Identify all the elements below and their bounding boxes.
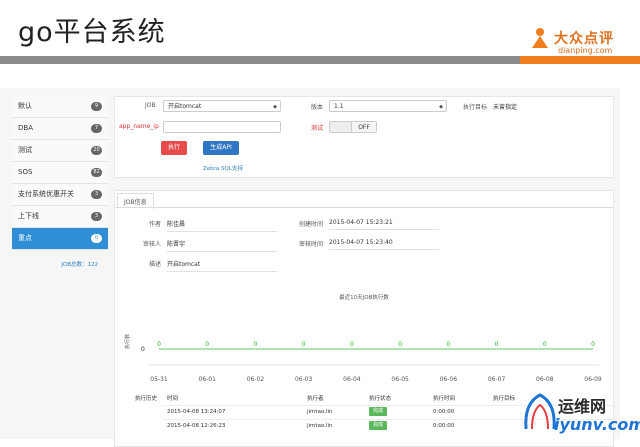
x-tick-label: 06-05 xyxy=(391,376,409,383)
target-label: 执行目标 xyxy=(463,104,488,111)
header-time: 时间 xyxy=(167,396,179,402)
desc-label: 描述 xyxy=(149,261,162,268)
data-label: 0 xyxy=(157,341,161,348)
sidebar-item-sos[interactable]: SOS 82 xyxy=(12,162,108,184)
sidebar-item-dba[interactable]: DBA 7 xyxy=(12,118,108,140)
sidebar-item-key[interactable]: 重点 0 xyxy=(12,228,108,250)
watermark-text-cn: 运维网 xyxy=(558,397,607,416)
target-value: 未曾指定 xyxy=(493,104,518,111)
data-label: 0 xyxy=(205,341,209,348)
dianping-logo: 大众点评 dianping.com xyxy=(528,24,628,60)
created-label: 创建时间 xyxy=(299,221,324,228)
sidebar-item-online-offline[interactable]: 上下线 3 xyxy=(12,206,108,228)
tab-divider xyxy=(115,207,613,208)
count-badge: 0 xyxy=(91,234,102,243)
desc-value: 开启tomcat xyxy=(167,259,277,272)
header-status: 执行状态 xyxy=(369,396,392,402)
count-badge: 7 xyxy=(91,124,102,133)
data-label: 0 xyxy=(302,341,306,348)
sidebar-item-default[interactable]: 默认 9 xyxy=(12,96,108,118)
x-tick-label: 06-03 xyxy=(295,376,313,383)
x-tick-label: 06-08 xyxy=(536,376,554,383)
status-badge: 完成 xyxy=(369,407,387,416)
data-label: 0 xyxy=(350,341,354,348)
data-label: 0 xyxy=(543,341,547,348)
job-select[interactable]: 开启tomcat ◆ xyxy=(163,100,281,112)
data-label: 0 xyxy=(591,341,595,348)
watermark-text-en: iyunv.com xyxy=(554,415,640,434)
chevron-down-icon: ◆ xyxy=(273,104,277,110)
data-label: 0 xyxy=(398,341,402,348)
chevron-down-icon: ◆ xyxy=(439,104,443,110)
x-tick-label: 06-07 xyxy=(488,376,506,383)
header-orange-bar xyxy=(520,56,640,64)
y-tick-label: 0 xyxy=(141,346,145,353)
data-label: 0 xyxy=(446,341,450,348)
x-tick-label: 06-02 xyxy=(247,376,265,383)
logo-text-cn: 大众点评 xyxy=(554,31,614,47)
status-badge: 完成 xyxy=(369,421,387,430)
y-axis-label: 执行数 xyxy=(124,334,131,349)
x-tick-label: 06-06 xyxy=(440,376,458,383)
iyunv-watermark: 运维网 iyunv.com xyxy=(520,389,640,437)
job-execution-chart: 执行数 0 0 05-31 0 06-01 0 06-02 0 06-03 0 06-04 0 06-05… xyxy=(124,334,602,383)
job-label: JOB xyxy=(145,102,156,109)
sidebar-item-payment[interactable]: 支付系统优惠开关 3 xyxy=(12,184,108,206)
count-badge: 3 xyxy=(91,190,102,199)
job-group-sidebar: 默认 9 DBA 7 测试 20 SOS 82 支付系统优惠开关 3 上下线 3… xyxy=(12,96,108,268)
author-value: 陈佳晨 xyxy=(167,219,277,232)
version-label: 版本 xyxy=(311,104,324,111)
chart-title: 最近10天JOB执行数 xyxy=(339,295,389,301)
data-label: 0 xyxy=(254,341,258,348)
count-badge: 3 xyxy=(91,212,102,221)
reviewed-label: 审核时间 xyxy=(299,241,324,248)
job-total-count: JOB总数：122 xyxy=(61,262,98,268)
x-tick-label: 06-09 xyxy=(584,376,602,383)
count-badge: 20 xyxy=(91,146,102,155)
created-value: 2015-04-07 15:23:21 xyxy=(329,219,439,230)
header-user: 执行者 xyxy=(307,396,324,402)
slide-title: go平台系统 xyxy=(18,17,166,48)
param-input[interactable] xyxy=(163,121,281,133)
x-tick-label: 06-01 xyxy=(199,376,217,383)
header-target: 执行目标 xyxy=(493,396,516,402)
reviewed-value: 2015-04-07 15:23:40 xyxy=(329,239,439,250)
x-tick-label: 06-04 xyxy=(343,376,361,383)
data-label: 0 xyxy=(495,341,499,348)
count-badge: 82 xyxy=(91,168,102,177)
sidebar-item-test[interactable]: 测试 20 xyxy=(12,140,108,162)
go-platform-app: 默认 9 DBA 7 测试 20 SOS 82 支付系统优惠开关 3 上下线 3… xyxy=(0,88,620,447)
author-label: 作者 xyxy=(149,221,162,228)
job-form-panel: JOB 开启tomcat ◆ 版本 1.1 ◆ 执行目标 未曾指定 app_name… xyxy=(114,96,614,178)
param-label: app_name_ip xyxy=(119,123,159,130)
count-badge: 9 xyxy=(91,102,102,111)
header-duration: 执行时间 xyxy=(433,396,456,402)
reviewer-label: 审核人 xyxy=(143,241,162,248)
logo-text-en: dianping.com xyxy=(558,46,613,55)
test-toggle[interactable]: OFF xyxy=(329,121,377,133)
header-gray-bar xyxy=(0,56,520,64)
reviewer-value: 陈晋宇 xyxy=(167,239,277,252)
x-tick-label: 05-31 xyxy=(150,376,168,383)
logo-mark-icon xyxy=(532,28,548,48)
execute-button[interactable]: 执行 xyxy=(161,141,187,155)
generate-api-button[interactable]: 生成API xyxy=(203,141,239,155)
version-select[interactable]: 1.1 ◆ xyxy=(329,100,447,112)
zebra-sql-link[interactable]: Zebra SQL支持 xyxy=(203,164,243,172)
history-label: 执行历史 xyxy=(135,396,158,402)
test-label: 测试 xyxy=(311,125,324,132)
